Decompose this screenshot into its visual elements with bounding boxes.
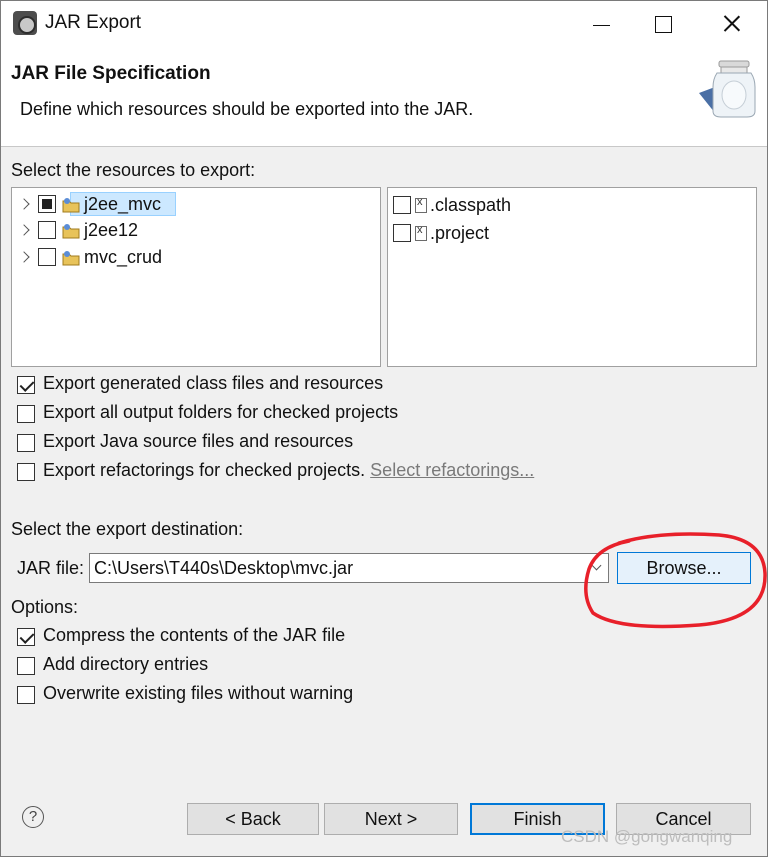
option-label: Add directory entries (43, 654, 209, 674)
chevron-right-icon[interactable] (17, 249, 33, 265)
java-project-icon (62, 198, 80, 213)
back-button[interactable]: < Back (187, 803, 319, 835)
checkbox[interactable] (17, 463, 35, 481)
options-label: Options: (11, 597, 79, 617)
jar-icon (699, 60, 756, 118)
file-icon (415, 196, 427, 213)
wizard-header: JAR File Specification Define which reso… (1, 45, 767, 147)
checkbox[interactable] (17, 628, 35, 646)
chevron-right-icon[interactable] (17, 222, 33, 238)
window-title: JAR Export (45, 12, 142, 33)
project-checkbox[interactable] (38, 195, 56, 213)
jar-file-input[interactable] (90, 554, 586, 582)
browse-button[interactable]: Browse... (617, 552, 751, 584)
checkbox[interactable] (17, 686, 35, 704)
files-list[interactable]: .classpath .project (387, 187, 757, 367)
destination-label: Select the export destination: (11, 519, 244, 539)
jar-file-label: JAR file: (17, 558, 85, 578)
maximize-button[interactable] (639, 5, 687, 41)
java-project-icon (62, 224, 80, 239)
tree-item-mvc-crud[interactable]: mvc_crud (12, 245, 372, 271)
help-icon[interactable]: ? (22, 806, 44, 828)
file-item-project[interactable]: .project (388, 221, 748, 247)
close-button[interactable] (707, 5, 755, 41)
checkbox[interactable] (17, 434, 35, 452)
file-name: .project (430, 223, 490, 243)
project-checkbox[interactable] (38, 248, 56, 266)
checkbox[interactable] (17, 376, 35, 394)
project-name: mvc_crud (84, 247, 163, 267)
resources-label: Select the resources to export: (11, 160, 256, 180)
file-checkbox[interactable] (393, 224, 411, 242)
file-icon (415, 224, 427, 241)
watermark: CSDN @gongwanqing (561, 827, 733, 846)
option-label: Export Java source files and resources (43, 431, 354, 451)
file-item-classpath[interactable]: .classpath (388, 193, 748, 219)
file-checkbox[interactable] (393, 196, 411, 214)
refactorings-label: Export refactorings for checked projects… (43, 460, 366, 480)
java-project-icon (62, 251, 80, 266)
option-label: Export refactorings for checked projects… (43, 460, 534, 481)
select-refactorings-link[interactable]: Select refactorings... (370, 460, 534, 480)
file-name: .classpath (430, 195, 512, 215)
option-label: Compress the contents of the JAR file (43, 625, 346, 645)
title-bar: JAR Export (1, 1, 767, 45)
checkbox[interactable] (17, 657, 35, 675)
project-checkbox[interactable] (38, 221, 56, 239)
tree-item-j2ee12[interactable]: j2ee12 (12, 218, 372, 244)
next-button[interactable]: Next > (324, 803, 458, 835)
jar-file-combo[interactable] (89, 553, 609, 583)
tree-item-j2ee-mvc[interactable]: j2ee_mvc (12, 192, 372, 218)
minimize-button[interactable] (577, 5, 625, 41)
projects-tree[interactable]: j2ee_mvc j2ee12 mvc_crud (11, 187, 381, 367)
chevron-down-icon[interactable] (592, 562, 602, 572)
option-label: Overwrite existing files without warning (43, 683, 354, 703)
eclipse-app-icon (13, 11, 37, 35)
jar-export-dialog: JAR Export JAR File Specification Define… (0, 0, 768, 857)
option-label: Export all output folders for checked pr… (43, 402, 399, 422)
checkbox[interactable] (17, 405, 35, 423)
chevron-right-icon[interactable] (17, 196, 33, 212)
page-title: JAR File Specification (11, 63, 211, 84)
option-label: Export generated class files and resourc… (43, 373, 384, 393)
page-description: Define which resources should be exporte… (20, 99, 474, 119)
project-name: j2ee12 (84, 220, 139, 240)
project-name: j2ee_mvc (84, 194, 162, 214)
